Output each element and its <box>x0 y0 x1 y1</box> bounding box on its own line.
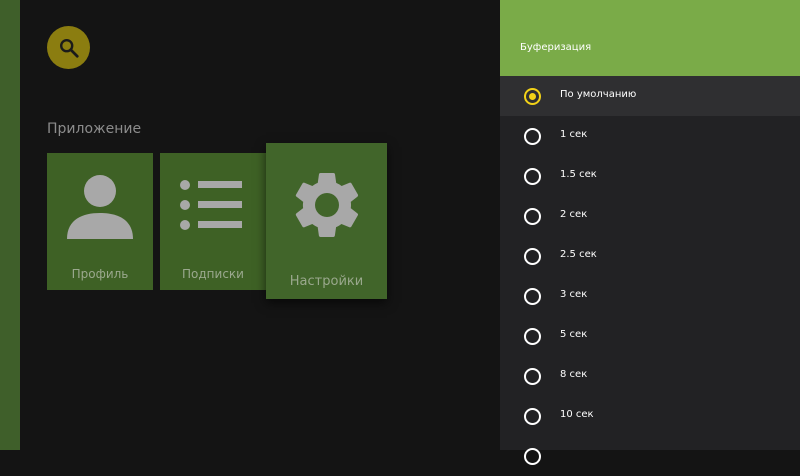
tile-subscriptions[interactable]: Подписки <box>160 153 266 290</box>
gear-icon <box>295 172 358 237</box>
search-icon <box>59 38 79 58</box>
person-icon <box>67 175 133 239</box>
option-list: По умолчанию 1 сек 1.5 сек 2 сек 2.5 сек… <box>500 76 800 476</box>
radio-icon[interactable] <box>524 128 541 145</box>
tile-profile-label: Профиль <box>71 267 129 281</box>
option-label: 1.5 сек <box>560 169 597 180</box>
option-2s[interactable]: 2 сек <box>500 196 800 236</box>
option-label: 5 сек <box>560 329 588 340</box>
option-default[interactable]: По умолчанию <box>500 76 800 116</box>
panel-header: Буферизация <box>500 0 800 76</box>
tile-settings[interactable]: Настройки <box>266 143 387 299</box>
option-2-5s[interactable]: 2.5 сек <box>500 236 800 276</box>
option-label: 2 сек <box>560 209 588 220</box>
option-8s[interactable]: 8 сек <box>500 356 800 396</box>
radio-icon[interactable] <box>524 248 541 265</box>
radio-icon[interactable] <box>524 168 541 185</box>
option-next-partial[interactable] <box>500 436 800 476</box>
buffering-panel: Буферизация По умолчанию 1 сек 1.5 сек 2… <box>500 0 800 465</box>
panel-title: Буферизация <box>520 42 592 53</box>
radio-icon[interactable] <box>524 448 541 465</box>
option-10s[interactable]: 10 сек <box>500 396 800 436</box>
radio-icon[interactable] <box>524 288 541 305</box>
left-edge-strip <box>0 0 20 450</box>
option-label: По умолчанию <box>560 89 637 100</box>
option-3s[interactable]: 3 сек <box>500 276 800 316</box>
radio-icon[interactable] <box>524 368 541 385</box>
option-label: 10 сек <box>560 409 594 420</box>
option-label: 1 сек <box>560 129 588 140</box>
radio-icon[interactable] <box>524 328 541 345</box>
section-title: Приложение <box>47 121 142 137</box>
tile-settings-label: Настройки <box>289 274 364 289</box>
option-1-5s[interactable]: 1.5 сек <box>500 156 800 196</box>
option-label: 8 сек <box>560 369 588 380</box>
option-5s[interactable]: 5 сек <box>500 316 800 356</box>
tile-profile[interactable]: Профиль <box>47 153 153 290</box>
radio-icon[interactable] <box>524 408 541 425</box>
radio-icon[interactable] <box>524 208 541 225</box>
radio-selected-icon[interactable] <box>524 88 541 105</box>
search-button[interactable] <box>47 26 90 69</box>
tile-subscriptions-label: Подписки <box>182 267 244 281</box>
option-1s[interactable]: 1 сек <box>500 116 800 156</box>
option-label: 3 сек <box>560 289 588 300</box>
option-label: 2.5 сек <box>560 249 597 260</box>
list-icon <box>180 180 242 230</box>
